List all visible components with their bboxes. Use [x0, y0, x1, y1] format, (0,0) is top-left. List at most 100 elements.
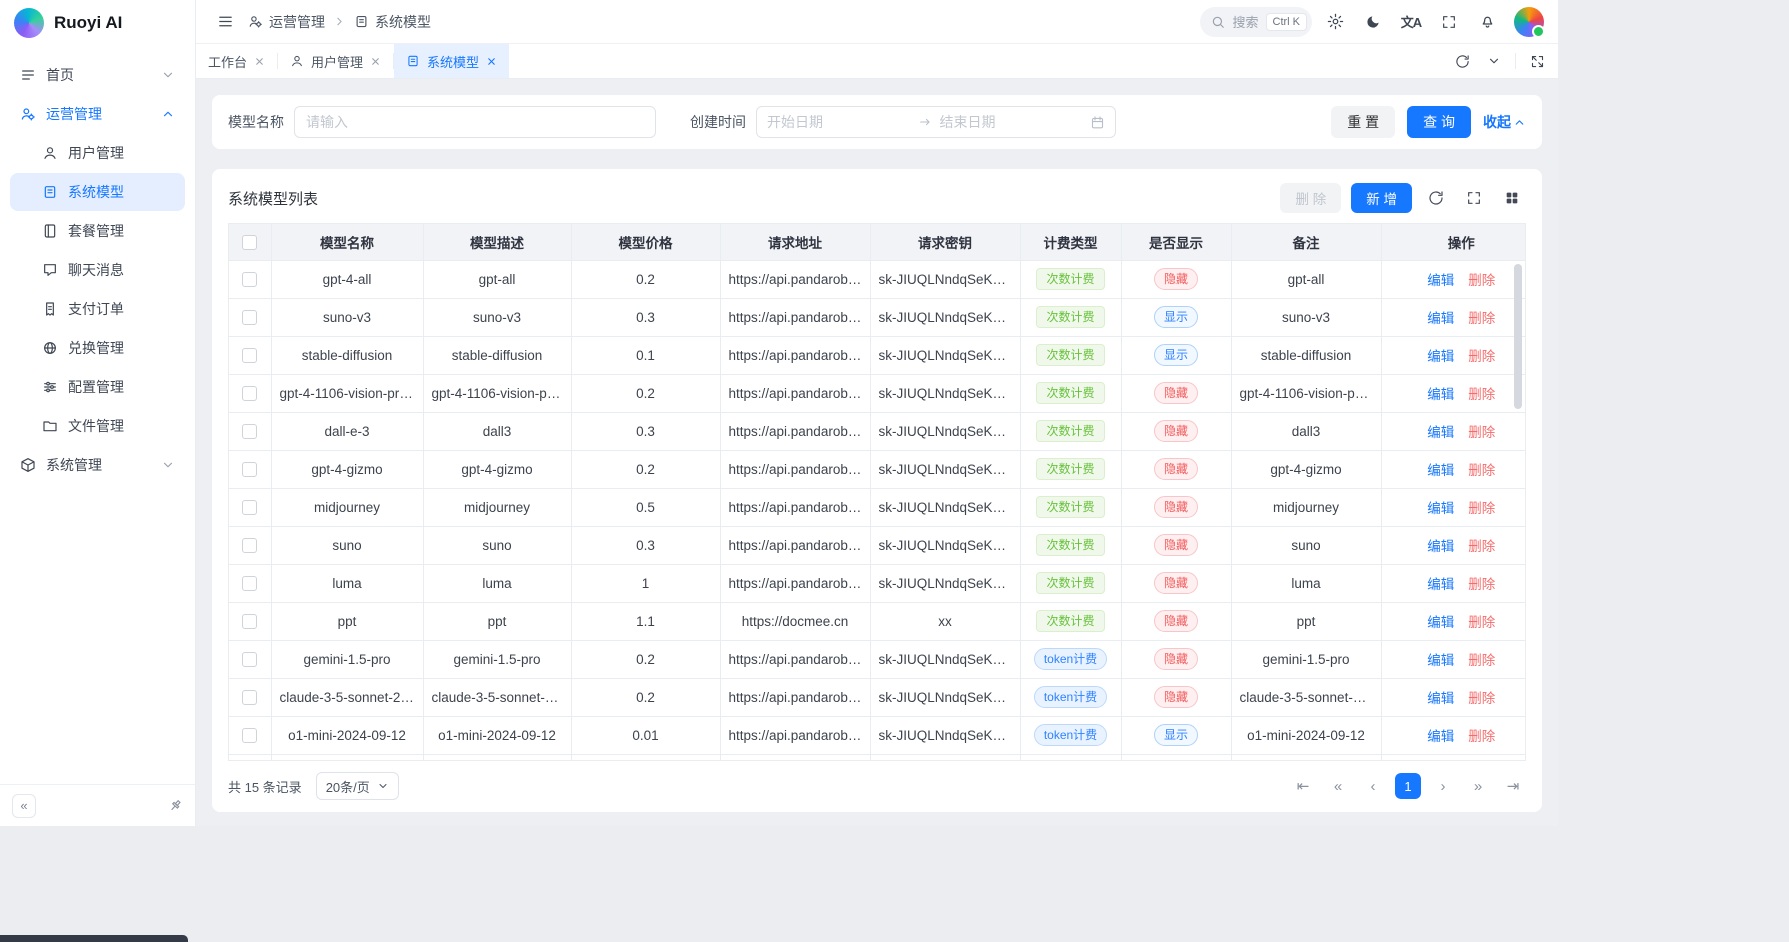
delete-link[interactable]: 删除 [1468, 577, 1495, 592]
breadcrumb-item-operations[interactable]: 运营管理 [248, 12, 325, 32]
cell-visibility: 隐藏 [1121, 564, 1231, 602]
column-settings-button[interactable] [1498, 184, 1526, 212]
theme-toggle-button[interactable] [1358, 7, 1388, 37]
sidebar-item-home[interactable]: 首页 [10, 56, 185, 94]
collapse-sidebar-button[interactable]: « [12, 794, 36, 818]
edit-link[interactable]: 编辑 [1427, 311, 1454, 326]
jump-next-button[interactable]: » [1465, 773, 1491, 799]
row-checkbox[interactable] [242, 424, 257, 439]
sidebar-item-user-management[interactable]: 用户管理 [10, 134, 185, 172]
menu-toggle-button[interactable] [210, 7, 240, 37]
search-box[interactable]: 搜索 Ctrl K [1200, 7, 1312, 37]
first-page-button[interactable]: ⇤ [1290, 773, 1316, 799]
edit-link[interactable]: 编辑 [1427, 273, 1454, 288]
row-checkbox[interactable] [242, 386, 257, 401]
delete-link[interactable]: 删除 [1468, 463, 1495, 478]
next-page-button[interactable]: › [1430, 773, 1456, 799]
edit-link[interactable]: 编辑 [1427, 729, 1454, 744]
sidebar-item-chat-messages[interactable]: 聊天消息 [10, 251, 185, 289]
pin-sidebar-button[interactable] [168, 798, 183, 813]
row-checkbox[interactable] [242, 462, 257, 477]
cell-remark: luma [1231, 564, 1381, 602]
delete-link[interactable]: 删除 [1468, 729, 1495, 744]
edit-link[interactable]: 编辑 [1427, 653, 1454, 668]
edit-link[interactable]: 编辑 [1427, 539, 1454, 554]
row-checkbox[interactable] [242, 576, 257, 591]
model-name-label: 模型名称 [228, 112, 284, 132]
delete-link[interactable]: 删除 [1468, 349, 1495, 364]
select-all-checkbox[interactable] [242, 235, 257, 250]
edit-link[interactable]: 编辑 [1427, 501, 1454, 516]
chevron-down-icon [377, 780, 389, 792]
tab-close-icon[interactable] [486, 56, 497, 67]
row-checkbox[interactable] [242, 500, 257, 515]
tab-system-model[interactable]: 系统模型 [394, 44, 509, 78]
add-button[interactable]: 新 增 [1351, 183, 1412, 213]
tab-close-icon[interactable] [254, 56, 265, 67]
sidebar-item-system-management[interactable]: 系统管理 [10, 446, 185, 484]
date-start-input[interactable] [767, 114, 910, 130]
sidebar-item-payment-orders[interactable]: 支付订单 [10, 290, 185, 328]
delete-button[interactable]: 删 除 [1280, 183, 1341, 213]
query-button[interactable]: 查 询 [1407, 106, 1471, 138]
row-checkbox[interactable] [242, 728, 257, 743]
collapse-filter-button[interactable]: 收起 [1483, 112, 1526, 132]
breadcrumb-item-system-model[interactable]: 系统模型 [354, 12, 431, 32]
delete-link[interactable]: 删除 [1468, 691, 1495, 706]
delete-link[interactable]: 删除 [1468, 501, 1495, 516]
delete-link[interactable]: 删除 [1468, 425, 1495, 440]
settings-button[interactable] [1320, 7, 1350, 37]
delete-link[interactable]: 删除 [1468, 387, 1495, 402]
row-checkbox[interactable] [242, 348, 257, 363]
notifications-button[interactable] [1472, 7, 1502, 37]
refresh-tabs-button[interactable] [1447, 46, 1477, 76]
jump-prev-button[interactable]: « [1325, 773, 1351, 799]
table-fullscreen-button[interactable] [1460, 184, 1488, 212]
row-checkbox[interactable] [242, 272, 257, 287]
edit-link[interactable]: 编辑 [1427, 387, 1454, 402]
pagination: 共 15 条记录 20条/页 ⇤ « ‹ 1 › » ⇥ [228, 770, 1526, 802]
page-number-button[interactable]: 1 [1395, 773, 1421, 799]
row-checkbox[interactable] [242, 310, 257, 325]
row-checkbox[interactable] [242, 652, 257, 667]
delete-link[interactable]: 删除 [1468, 653, 1495, 668]
sidebar-item-package-management[interactable]: 套餐管理 [10, 212, 185, 250]
content-fullscreen-button[interactable] [1522, 46, 1552, 76]
edit-link[interactable]: 编辑 [1427, 577, 1454, 592]
tabs-dropdown-button[interactable] [1479, 46, 1509, 76]
last-page-button[interactable]: ⇥ [1500, 773, 1526, 799]
edit-link[interactable]: 编辑 [1427, 691, 1454, 706]
delete-link[interactable]: 删除 [1468, 273, 1495, 288]
prev-page-button[interactable]: ‹ [1360, 773, 1386, 799]
delete-link[interactable]: 删除 [1468, 615, 1495, 630]
tab-user-management[interactable]: 用户管理 [278, 44, 393, 78]
row-checkbox[interactable] [242, 538, 257, 553]
sidebar-item-config-management[interactable]: 配置管理 [10, 368, 185, 406]
model-name-input[interactable] [294, 106, 656, 138]
cell-model-description: dall3 [423, 412, 571, 450]
delete-link[interactable]: 删除 [1468, 539, 1495, 554]
date-end-input[interactable] [940, 114, 1083, 130]
app-logo[interactable]: Ruoyi AI [0, 0, 195, 46]
table-scrollbar[interactable] [1514, 264, 1522, 409]
tab-close-icon[interactable] [370, 56, 381, 67]
sidebar-item-system-model[interactable]: 系统模型 [10, 173, 185, 211]
cell-visibility: 隐藏 [1121, 678, 1231, 716]
edit-link[interactable]: 编辑 [1427, 425, 1454, 440]
delete-link[interactable]: 删除 [1468, 311, 1495, 326]
edit-link[interactable]: 编辑 [1427, 463, 1454, 478]
page-size-select[interactable]: 20条/页 [316, 772, 399, 800]
sidebar-item-file-management[interactable]: 文件管理 [10, 407, 185, 445]
row-checkbox[interactable] [242, 690, 257, 705]
tab-workbench[interactable]: 工作台 [196, 44, 277, 78]
avatar[interactable] [1514, 7, 1544, 37]
edit-link[interactable]: 编辑 [1427, 615, 1454, 630]
refresh-table-button[interactable] [1422, 184, 1450, 212]
edit-link[interactable]: 编辑 [1427, 349, 1454, 364]
sidebar-item-operations[interactable]: 运营管理 [10, 95, 185, 133]
fullscreen-button[interactable] [1434, 7, 1464, 37]
language-button[interactable]: 文A [1396, 7, 1426, 37]
row-checkbox[interactable] [242, 614, 257, 629]
reset-button[interactable]: 重 置 [1331, 106, 1395, 138]
sidebar-item-exchange-management[interactable]: 兑换管理 [10, 329, 185, 367]
